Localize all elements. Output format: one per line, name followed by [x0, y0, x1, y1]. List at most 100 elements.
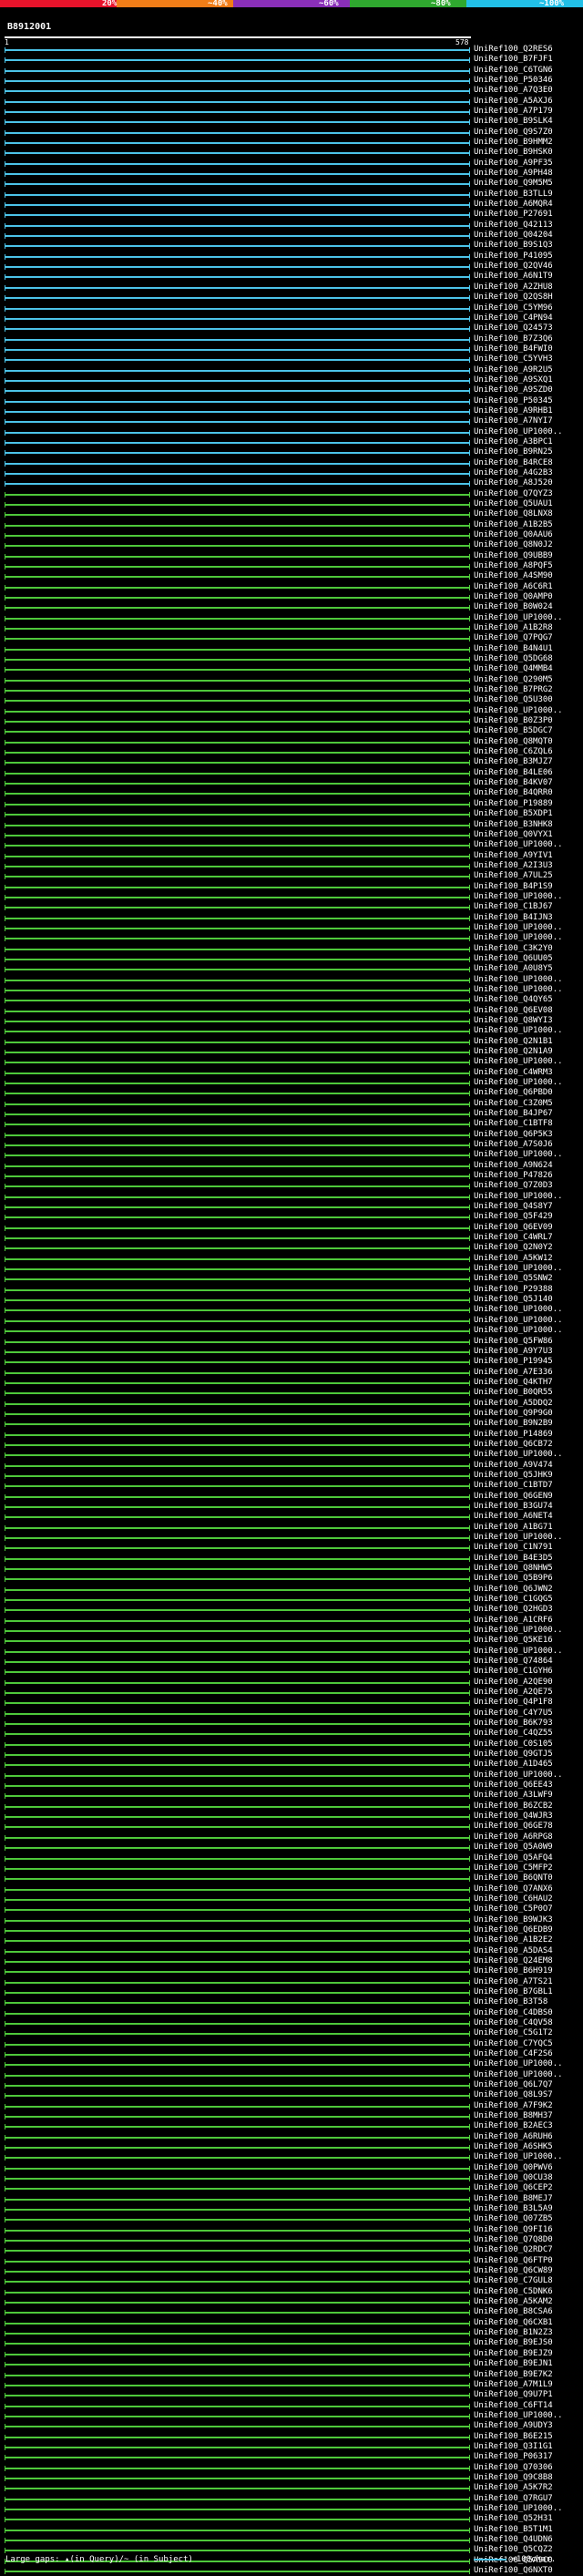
hit-label[interactable]: UniRef100_Q4UDN6: [474, 2535, 553, 2545]
hit-label[interactable]: UniRef100_Q24573: [474, 323, 553, 334]
hit-label[interactable]: UniRef100_B4P1S9: [474, 882, 553, 892]
hit-label[interactable]: UniRef100_A8J520: [474, 478, 553, 488]
hit-row[interactable]: [5, 2142, 470, 2152]
hit-label[interactable]: UniRef100_A4G2B3: [474, 468, 553, 478]
hit-row[interactable]: [5, 1832, 470, 1842]
hit-label[interactable]: UniRef100_Q7PQG7: [474, 633, 553, 643]
hit-row[interactable]: [5, 76, 470, 86]
hit-row[interactable]: [5, 2225, 470, 2235]
hit-label[interactable]: UniRef100_A9UDY3: [474, 2421, 553, 2431]
hit-row[interactable]: [5, 1626, 470, 1636]
hit-label[interactable]: UniRef100_UP1000..: [474, 1770, 563, 1781]
hit-label[interactable]: UniRef100_A7UL25: [474, 871, 553, 881]
hit-row[interactable]: [5, 1502, 470, 1512]
hit-row[interactable]: [5, 1822, 470, 1832]
hit-row[interactable]: [5, 1636, 470, 1646]
hit-row[interactable]: [5, 159, 470, 169]
hit-label[interactable]: UniRef100_A6SHK5: [474, 2142, 553, 2152]
hit-label[interactable]: UniRef100_Q2QS8H: [474, 292, 553, 303]
hit-label[interactable]: UniRef100_A6RPG8: [474, 1832, 553, 1842]
hit-row[interactable]: [5, 2390, 470, 2400]
hit-label[interactable]: UniRef100_B7PRG2: [474, 685, 553, 695]
hit-label[interactable]: UniRef100_Q52H31: [474, 2514, 553, 2524]
hit-label[interactable]: UniRef100_Q4WJR3: [474, 1811, 553, 1822]
hit-row[interactable]: [5, 1770, 470, 1781]
hit-label[interactable]: UniRef100_B8MH37: [474, 2111, 553, 2121]
hit-row[interactable]: [5, 1884, 470, 1894]
hit-row[interactable]: [5, 396, 470, 406]
hit-label[interactable]: UniRef100_C4DBS0: [474, 2008, 553, 2018]
hit-label[interactable]: UniRef100_B9HMM2: [474, 138, 553, 148]
hit-label[interactable]: UniRef100_Q6FTP0: [474, 2256, 553, 2266]
hit-row[interactable]: [5, 45, 470, 55]
hit-row[interactable]: [5, 788, 470, 798]
hit-label[interactable]: UniRef100_C4WRL7: [474, 1233, 553, 1243]
hit-row[interactable]: [5, 685, 470, 695]
hit-label[interactable]: UniRef100_Q2RDC7: [474, 2245, 553, 2255]
hit-label[interactable]: UniRef100_Q2QV46: [474, 262, 553, 272]
hit-row[interactable]: [5, 2432, 470, 2442]
hit-row[interactable]: [5, 1585, 470, 1595]
hit-label[interactable]: UniRef100_P27691: [474, 210, 553, 220]
hit-row[interactable]: [5, 447, 470, 457]
hit-row[interactable]: [5, 169, 470, 179]
hit-row[interactable]: [5, 1523, 470, 1533]
hit-row[interactable]: [5, 1997, 470, 2007]
hit-row[interactable]: [5, 1853, 470, 1863]
hit-label[interactable]: UniRef100_B9RN25: [474, 447, 553, 457]
hit-label[interactable]: UniRef100_B3T58: [474, 1997, 547, 2007]
hit-label[interactable]: UniRef100_Q74864: [474, 1657, 553, 1667]
hit-label[interactable]: UniRef100_Q2N1A9: [474, 1047, 553, 1057]
hit-row[interactable]: [5, 2080, 470, 2090]
hit-row[interactable]: [5, 323, 470, 334]
hit-label[interactable]: UniRef100_A2QE75: [474, 1688, 553, 1698]
hit-label[interactable]: UniRef100_P50346: [474, 76, 553, 86]
hit-row[interactable]: [5, 2566, 470, 2576]
hit-row[interactable]: [5, 427, 470, 437]
hit-row[interactable]: [5, 706, 470, 716]
hit-row[interactable]: [5, 1254, 470, 1264]
hit-label[interactable]: UniRef100_Q42113: [474, 221, 553, 231]
hit-label[interactable]: UniRef100_Q6EDB9: [474, 1925, 553, 1935]
hit-label[interactable]: UniRef100_B4FWI0: [474, 344, 553, 354]
hit-row[interactable]: [5, 2256, 470, 2266]
hit-row[interactable]: [5, 2463, 470, 2473]
hit-label[interactable]: UniRef100_Q290M5: [474, 675, 553, 685]
hit-row[interactable]: [5, 1130, 470, 1140]
hit-row[interactable]: [5, 1285, 470, 1295]
hit-row[interactable]: [5, 210, 470, 220]
hit-label[interactable]: UniRef100_B3MJZ7: [474, 757, 553, 767]
hit-row[interactable]: [5, 1894, 470, 1904]
hit-row[interactable]: [5, 1037, 470, 1047]
hit-row[interactable]: [5, 375, 470, 385]
hit-row[interactable]: [5, 923, 470, 933]
hit-row[interactable]: [5, 478, 470, 488]
hit-label[interactable]: UniRef100_Q6NXT0: [474, 2566, 553, 2576]
hit-label[interactable]: UniRef100_Q4QY65: [474, 995, 553, 1005]
hit-row[interactable]: [5, 1698, 470, 1708]
hit-label[interactable]: UniRef100_A1B2E2: [474, 1935, 553, 1945]
hit-label[interactable]: UniRef100_Q0AAU6: [474, 530, 553, 540]
hit-label[interactable]: UniRef100_Q7Q8D0: [474, 2235, 553, 2245]
hit-row[interactable]: [5, 1171, 470, 1181]
hit-label[interactable]: UniRef100_A4SM90: [474, 571, 553, 581]
hit-label[interactable]: UniRef100_C5G1T2: [474, 2028, 553, 2038]
hit-row[interactable]: [5, 664, 470, 674]
hit-row[interactable]: [5, 1316, 470, 1326]
hit-row[interactable]: [5, 313, 470, 323]
hit-row[interactable]: [5, 902, 470, 912]
hit-row[interactable]: [5, 1966, 470, 1976]
hit-row[interactable]: [5, 2101, 470, 2111]
hit-row[interactable]: [5, 995, 470, 1005]
hit-row[interactable]: [5, 1481, 470, 1491]
hit-label[interactable]: UniRef100_Q5FW86: [474, 1337, 553, 1347]
hit-row[interactable]: [5, 2132, 470, 2142]
hit-label[interactable]: UniRef100_Q5CQZ2: [474, 2545, 553, 2555]
hit-row[interactable]: [5, 1616, 470, 1626]
hit-row[interactable]: [5, 1595, 470, 1605]
hit-label[interactable]: UniRef100_UP1000..: [474, 1647, 563, 1657]
hit-label[interactable]: UniRef100_A5K7R2: [474, 2483, 553, 2493]
hit-row[interactable]: [5, 2028, 470, 2038]
hit-row[interactable]: [5, 241, 470, 251]
hit-row[interactable]: [5, 2535, 470, 2545]
